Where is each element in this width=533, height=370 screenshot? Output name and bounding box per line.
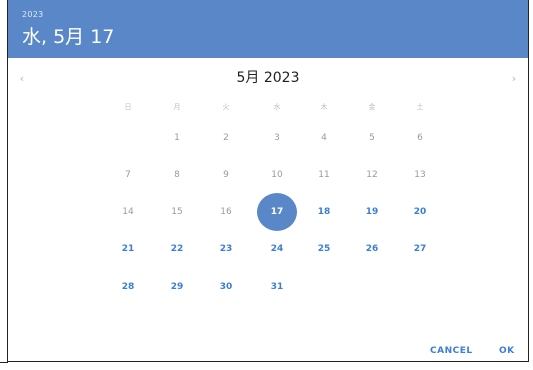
weekday-label: 火 (222, 103, 230, 111)
day-cell[interactable]: 14 (108, 203, 148, 221)
day-cell[interactable]: 3 (257, 129, 297, 147)
day-cell-selected[interactable]: 17 (257, 203, 297, 221)
day-cell[interactable]: 8 (157, 166, 197, 184)
selected-date-label[interactable]: 水, 5月 17 (22, 22, 114, 49)
day-cell[interactable]: 28 (108, 278, 148, 296)
month-title: 5月 2023 (236, 70, 300, 86)
day-cell[interactable]: 15 (157, 203, 197, 221)
day-cell[interactable]: 23 (206, 240, 246, 258)
day-cell[interactable]: 12 (352, 166, 392, 184)
day-cell[interactable]: 11 (304, 166, 344, 184)
day-cell[interactable]: 1 (157, 129, 197, 147)
weekday-label: 土 (416, 103, 424, 111)
day-cell[interactable]: 26 (352, 240, 392, 258)
day-cell[interactable]: 22 (157, 240, 197, 258)
day-cell[interactable]: 18 (304, 203, 344, 221)
weekday-label: 日 (124, 103, 132, 111)
chevron-right-icon[interactable]: › (506, 72, 522, 85)
day-cell[interactable]: 20 (400, 203, 440, 221)
day-cell[interactable]: 30 (206, 278, 246, 296)
day-cell[interactable]: 13 (400, 166, 440, 184)
picker-header: 2023 水, 5月 17 (8, 0, 528, 58)
day-cell[interactable]: 21 (108, 240, 148, 258)
day-cell[interactable]: 31 (257, 278, 297, 296)
day-cell[interactable]: 10 (257, 166, 297, 184)
weekday-label: 水 (273, 103, 281, 111)
day-cell[interactable]: 9 (206, 166, 246, 184)
day-cell[interactable]: 4 (304, 129, 344, 147)
day-cell[interactable]: 7 (108, 166, 148, 184)
day-cell[interactable]: 16 (206, 203, 246, 221)
day-cell[interactable]: 19 (352, 203, 392, 221)
day-cell[interactable]: 27 (400, 240, 440, 258)
day-cell[interactable]: 2 (206, 129, 246, 147)
weekday-label: 金 (368, 103, 376, 111)
weekday-label: 木 (320, 103, 328, 111)
day-cell[interactable]: 5 (352, 129, 392, 147)
date-picker-dialog: 2023 水, 5月 17 ‹ 5月 2023 › 日月火水木金土 123456… (7, 0, 529, 362)
ok-button[interactable]: OK (499, 346, 515, 356)
day-cell[interactable]: 6 (400, 129, 440, 147)
day-cell[interactable]: 24 (257, 240, 297, 258)
day-cell[interactable]: 25 (304, 240, 344, 258)
outer-border-line (0, 362, 8, 363)
cancel-button[interactable]: CANCEL (430, 346, 473, 356)
year-label[interactable]: 2023 (22, 10, 44, 19)
weekday-label: 月 (173, 103, 181, 111)
day-cell[interactable]: 29 (157, 278, 197, 296)
